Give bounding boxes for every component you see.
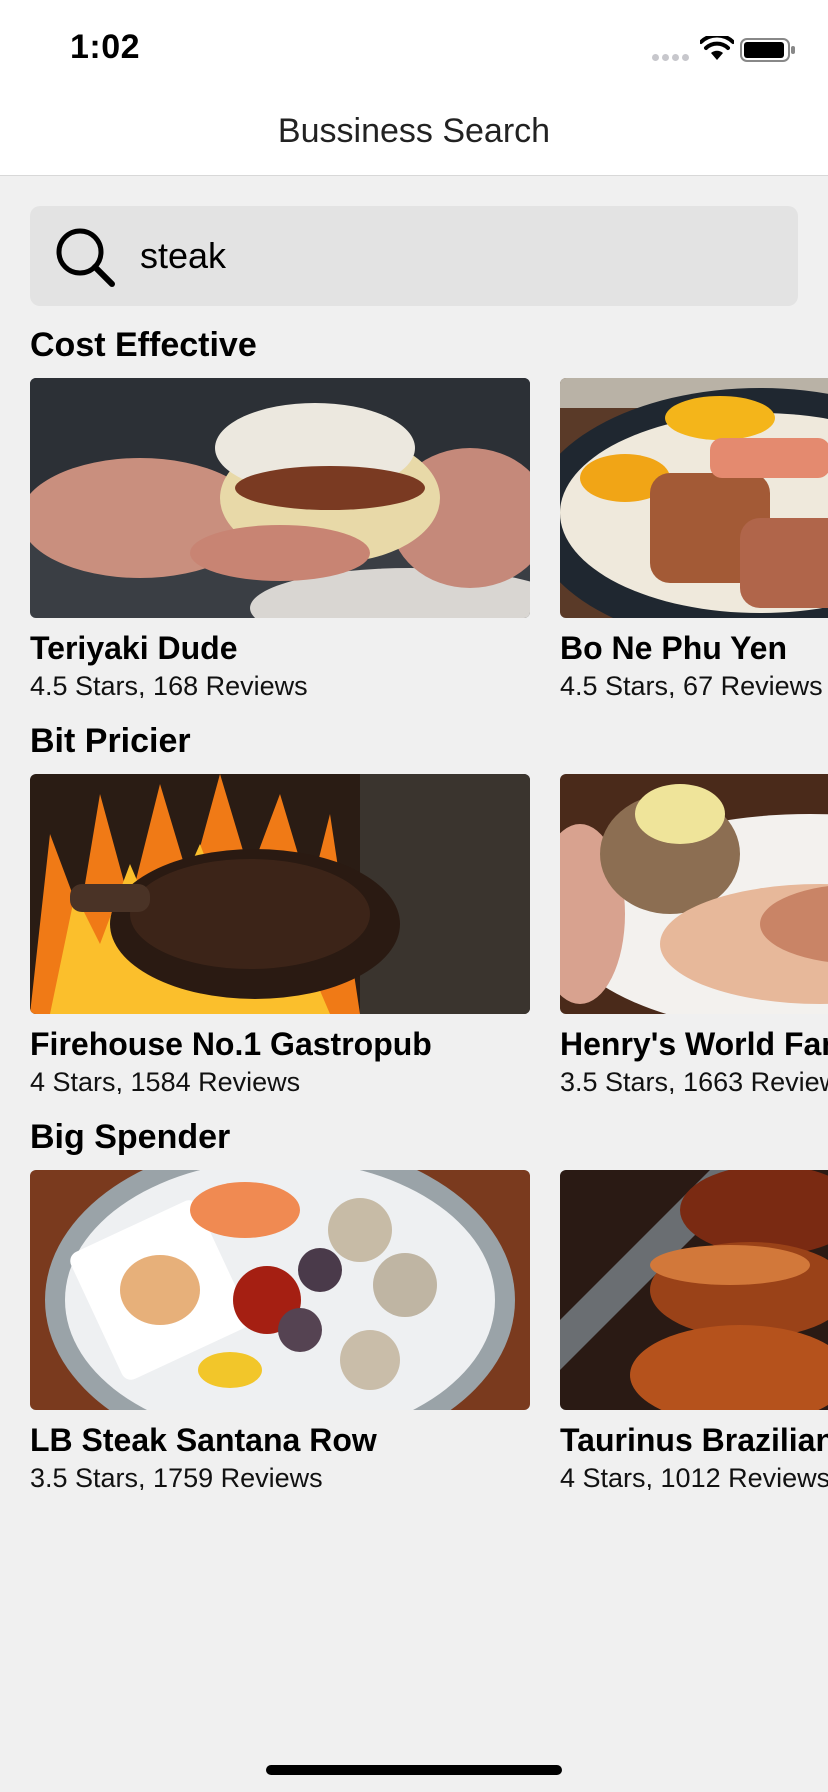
business-rating: 4.5 Stars, 67 Reviews: [560, 671, 823, 698]
business-name: Teriyaki Dude: [30, 630, 238, 666]
search-input[interactable]: [140, 226, 760, 286]
wifi-icon: [700, 36, 734, 60]
search-icon: [56, 228, 115, 287]
business-photo[interactable]: [30, 1170, 530, 1410]
business-card[interactable]: LB Steak Santana Row 3.5 Stars, 1759 Rev…: [30, 1170, 530, 1490]
business-name: Henry's World Famous Hi-Life: [560, 1026, 828, 1062]
business-photo[interactable]: [560, 1170, 828, 1410]
business-card[interactable]: Teriyaki Dude 4.5 Stars, 168 Reviews: [30, 378, 530, 698]
business-row-big-spender[interactable]: LB Steak Santana Row 3.5 Stars, 1759 Rev…: [30, 1170, 828, 1490]
section-title-bit-pricier: Bit Pricier: [30, 722, 191, 760]
business-photo[interactable]: [30, 378, 530, 618]
business-name: Taurinus Brazilian Steak House: [560, 1422, 828, 1458]
business-name: Bo Ne Phu Yen: [560, 630, 788, 666]
business-card[interactable]: Taurinus Brazilian Steak House 4 Stars, …: [560, 1170, 828, 1490]
cellular-signal-icon: [652, 54, 689, 61]
business-row-cost-effective[interactable]: Teriyaki Dude 4.5 Stars, 168 Reviews Bo …: [30, 378, 828, 698]
business-card[interactable]: Firehouse No.1 Gastropub 4 Stars, 1584 R…: [30, 774, 530, 1094]
section-title-big-spender: Big Spender: [30, 1118, 231, 1156]
business-name: Firehouse No.1 Gastropub: [30, 1026, 432, 1062]
business-rating: 4 Stars, 1012 Reviews: [560, 1463, 828, 1490]
navigation-bar: Bussiness Search: [0, 88, 828, 176]
status-bar: 1:02: [0, 0, 828, 88]
business-photo[interactable]: [560, 378, 828, 618]
business-name: LB Steak Santana Row: [30, 1422, 377, 1458]
business-photo[interactable]: [560, 774, 828, 1014]
home-indicator[interactable]: [266, 1765, 562, 1775]
business-rating: 4 Stars, 1584 Reviews: [30, 1067, 301, 1094]
battery-icon: [740, 38, 795, 62]
business-photo[interactable]: [30, 774, 530, 1014]
business-card[interactable]: Bo Ne Phu Yen 4.5 Stars, 67 Reviews: [560, 378, 828, 698]
business-rating: 3.5 Stars, 1759 Reviews: [30, 1463, 323, 1490]
page-title: Bussiness Search: [277, 112, 551, 150]
business-row-bit-pricier[interactable]: Firehouse No.1 Gastropub 4 Stars, 1584 R…: [30, 774, 828, 1094]
business-rating: 4.5 Stars, 168 Reviews: [30, 671, 308, 698]
section-title-cost-effective: Cost Effective: [30, 326, 257, 364]
status-time: 1:02: [70, 28, 141, 66]
business-rating: 3.5 Stars, 1663 Reviews: [560, 1067, 828, 1094]
business-card[interactable]: Henry's World Famous Hi-Life 3.5 Stars, …: [560, 774, 828, 1094]
search-bar[interactable]: [30, 206, 798, 306]
